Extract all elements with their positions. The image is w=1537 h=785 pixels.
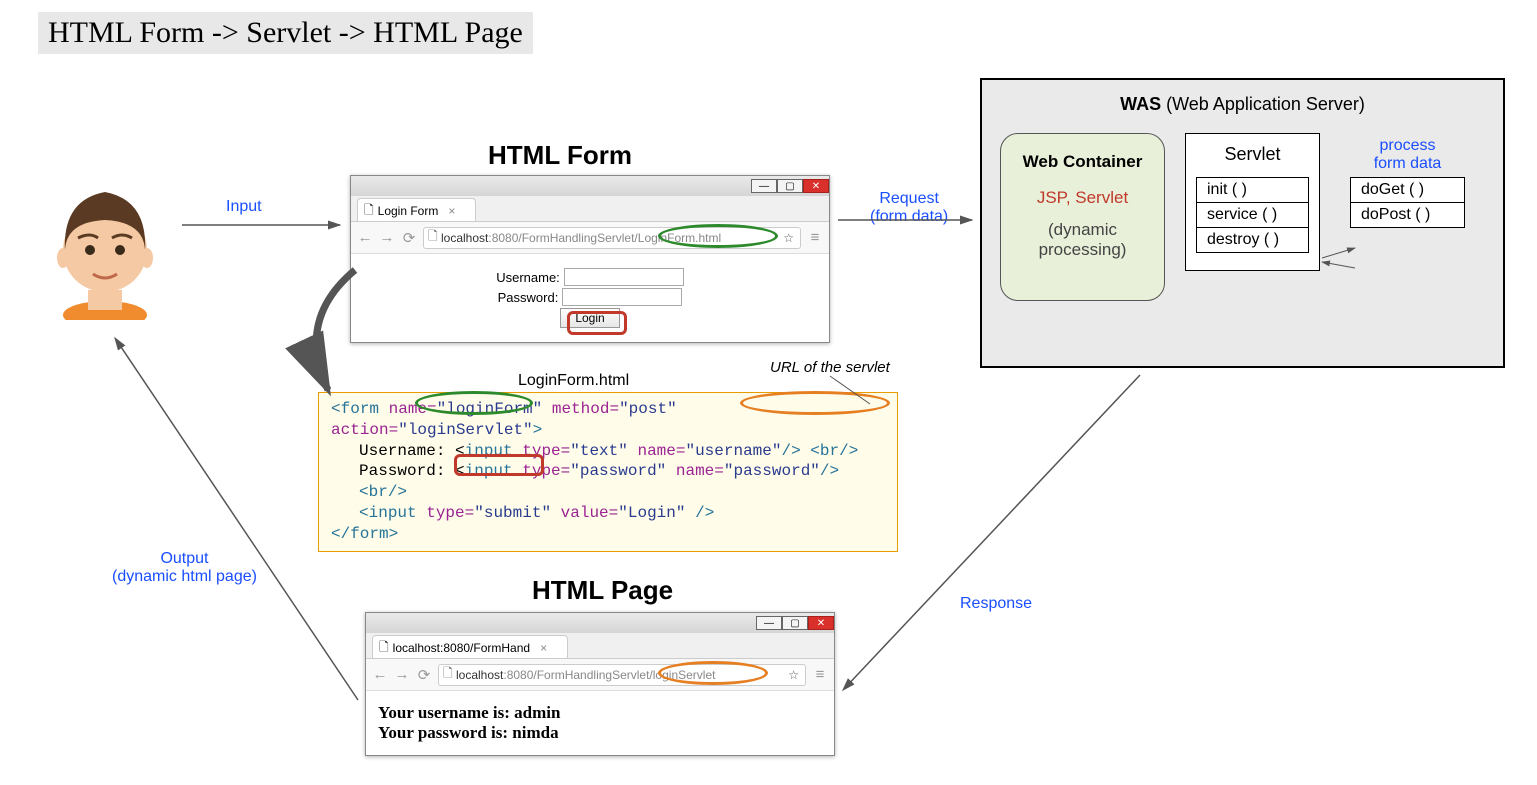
- code-line-3: Password: <input type="password" name="p…: [331, 461, 885, 503]
- url-host: localhost: [456, 668, 503, 682]
- page-icon: 🗋: [364, 201, 374, 222]
- code-line-5: </form>: [331, 524, 885, 545]
- code-line-4: <input type="submit" value="Login" />: [331, 503, 885, 524]
- window-min-icon: —: [756, 616, 782, 630]
- tab-close-icon[interactable]: ×: [448, 204, 455, 218]
- method-service: service ( ): [1196, 202, 1309, 228]
- method-doget: doGet ( ): [1350, 177, 1465, 203]
- browser-result-page: — ▢ ✕ 🗋 localhost:8080/FormHand × ← → ⟳ …: [365, 612, 835, 756]
- reload-icon[interactable]: ⟳: [416, 666, 432, 684]
- method-destroy: destroy ( ): [1196, 227, 1309, 253]
- method-init: init ( ): [1196, 177, 1309, 203]
- output-label: Output(dynamic html page): [112, 550, 257, 586]
- url-port: :8080: [503, 668, 533, 682]
- menu-icon[interactable]: ≡: [807, 229, 823, 246]
- method-dopost: doPost ( ): [1350, 202, 1465, 228]
- web-container-title: Web Container: [1021, 152, 1144, 172]
- page-icon: 🗋: [428, 227, 441, 248]
- url-bar[interactable]: 🗋 localhost:8080/FormHandlingServlet/Log…: [423, 227, 801, 249]
- code-filename: LoginForm.html: [518, 372, 629, 390]
- url-bar[interactable]: 🗋 localhost:8080/FormHandlingServlet/log…: [438, 664, 806, 686]
- url-host: localhost: [441, 231, 488, 245]
- process-form-data-label: processform data: [1350, 137, 1465, 173]
- page-title: HTML Form -> Servlet -> HTML Page: [38, 12, 533, 54]
- url-path: /FormHandlingServlet/LoginForm.html: [518, 231, 721, 245]
- forward-icon[interactable]: →: [379, 229, 395, 246]
- servlet-title: Servlet: [1196, 144, 1309, 165]
- browser-tab[interactable]: 🗋 localhost:8080/FormHand ×: [372, 635, 568, 658]
- reload-icon[interactable]: ⟳: [401, 229, 417, 247]
- url-note: URL of the servlet: [770, 359, 890, 376]
- star-icon[interactable]: ☆: [783, 231, 794, 245]
- window-close-icon: ✕: [808, 616, 834, 630]
- back-icon[interactable]: ←: [372, 666, 388, 683]
- url-path: /FormHandlingServlet/loginServlet: [533, 668, 715, 682]
- forward-icon[interactable]: →: [394, 666, 410, 683]
- code-line-1: <form name="loginForm" method="post" act…: [331, 399, 885, 441]
- window-min-icon: —: [751, 179, 777, 193]
- result-password: Your password is: nimda: [378, 723, 822, 743]
- html-page-header: HTML Page: [532, 575, 673, 606]
- window-max-icon: ▢: [777, 179, 803, 193]
- back-icon[interactable]: ←: [357, 229, 373, 246]
- url-port: :8080: [488, 231, 518, 245]
- browser-tab[interactable]: 🗋 Login Form ×: [357, 198, 476, 221]
- result-username: Your username is: admin: [378, 703, 822, 723]
- password-label: Password:: [498, 290, 559, 305]
- login-button[interactable]: Login: [560, 308, 619, 328]
- code-line-2: Username: <input type="text" name="usern…: [331, 441, 885, 462]
- window-max-icon: ▢: [782, 616, 808, 630]
- was-title: WAS (Web Application Server): [1000, 94, 1485, 115]
- page-icon: 🗋: [379, 638, 389, 659]
- menu-icon[interactable]: ≡: [812, 666, 828, 683]
- web-container-note: (dynamicprocessing): [1021, 220, 1144, 260]
- web-container-content: JSP, Servlet: [1021, 188, 1144, 208]
- user-avatar: [50, 180, 160, 320]
- was-box: WAS (Web Application Server) Web Contain…: [980, 78, 1505, 368]
- page-icon: 🗋: [443, 664, 456, 685]
- browser-login-form: — ▢ ✕ 🗋 Login Form × ← → ⟳ 🗋 localhost:8…: [350, 175, 830, 343]
- tab-close-icon[interactable]: ×: [540, 641, 547, 655]
- password-input[interactable]: [562, 288, 682, 306]
- web-container: Web Container JSP, Servlet (dynamicproce…: [1000, 133, 1165, 301]
- response-label: Response: [960, 595, 1032, 613]
- code-block: <form name="loginForm" method="post" act…: [318, 392, 898, 552]
- request-label: Request(form data): [870, 190, 948, 226]
- input-label: Input: [226, 198, 262, 216]
- servlet-box: Servlet init ( ) service ( ) destroy ( ): [1185, 133, 1320, 271]
- username-input[interactable]: [564, 268, 684, 286]
- star-icon[interactable]: ☆: [788, 668, 799, 682]
- tab-title: Login Form: [378, 204, 439, 218]
- tab-title: localhost:8080/FormHand: [393, 641, 530, 655]
- username-label: Username:: [496, 270, 560, 285]
- window-close-icon: ✕: [803, 179, 829, 193]
- html-form-header: HTML Form: [488, 140, 632, 171]
